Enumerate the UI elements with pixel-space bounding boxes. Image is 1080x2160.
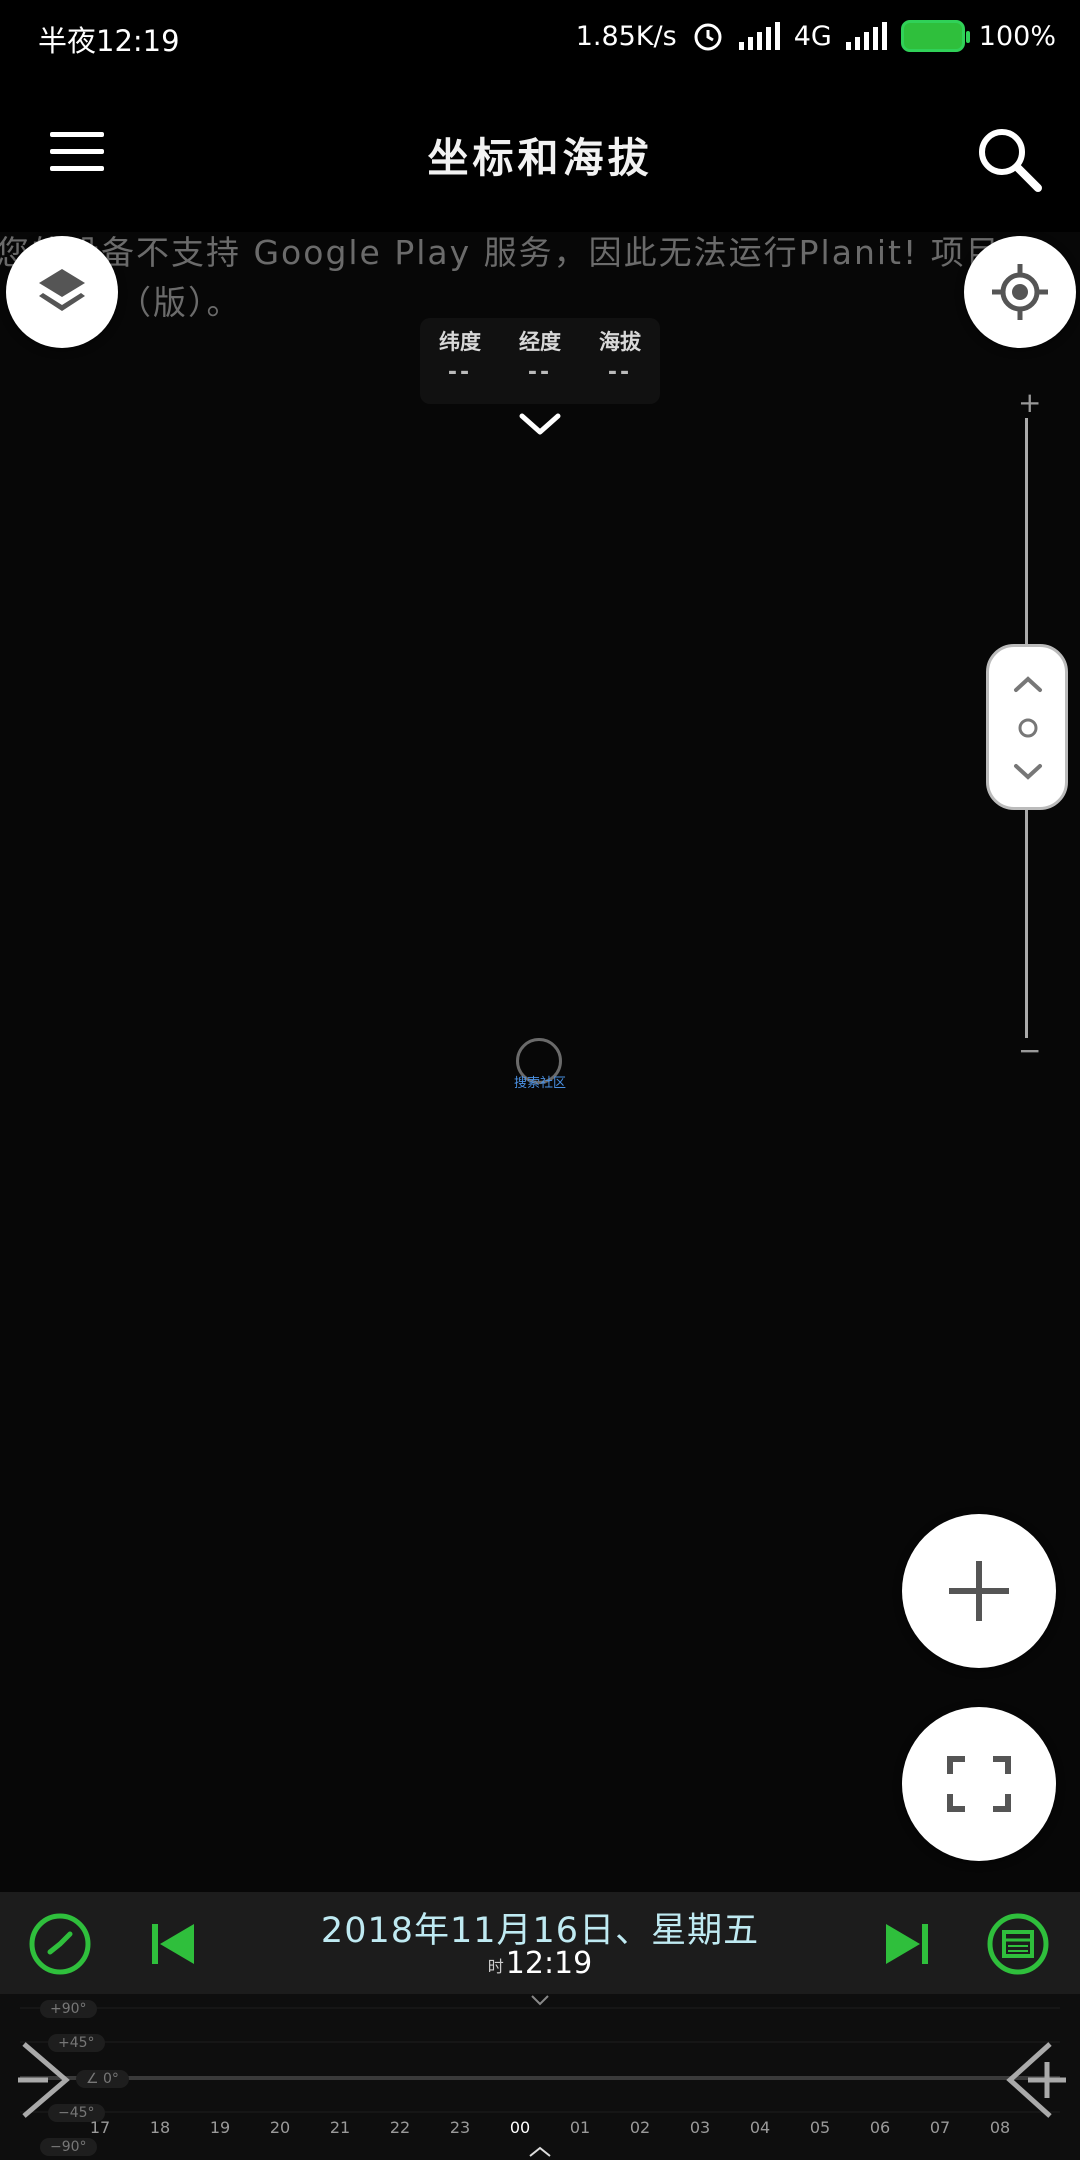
status-bar: 半夜12:19 1.85K/s 4G 100%: [0, 0, 1080, 72]
status-icons: 1.85K/s 4G 100%: [576, 16, 1056, 56]
timeline-scrubber[interactable]: +90° +45° ∠ 0° −45° −90° 17 18 19 20 21 22 23 00 01 0…: [0, 1994, 1080, 2160]
coordinates-panel: 纬度 -- 经度 -- 海拔 --: [420, 318, 660, 404]
layers-button[interactable]: [6, 236, 118, 348]
plus-icon: [949, 1561, 1009, 1621]
zoom-plus-label[interactable]: +: [1018, 386, 1041, 419]
timeline-hour[interactable]: 08: [980, 2118, 1020, 2137]
timeline-hour[interactable]: 18: [140, 2118, 180, 2137]
battery-level: 100%: [978, 20, 1056, 52]
timeline-hour[interactable]: 21: [320, 2118, 360, 2137]
timeline-hour[interactable]: 19: [200, 2118, 240, 2137]
target-icon: [992, 264, 1048, 320]
fullscreen-button[interactable]: [902, 1707, 1056, 1861]
zoom-minus-label[interactable]: −: [1018, 1034, 1041, 1067]
search-icon[interactable]: [974, 124, 1044, 194]
timeline-angle-label: +90°: [40, 2000, 97, 2018]
latitude-value: --: [447, 360, 473, 385]
altitude-value: --: [607, 360, 633, 385]
timeline-angle-label: +45°: [48, 2034, 105, 2052]
zoom-handle[interactable]: [986, 644, 1068, 810]
skip-forward-icon[interactable]: [876, 1912, 940, 1976]
battery-icon: [900, 20, 970, 52]
page-title: 坐标和海拔: [427, 134, 653, 182]
network-type: 4G: [793, 20, 832, 52]
chevron-down-icon: [1014, 764, 1042, 780]
calendar-icon[interactable]: [986, 1912, 1050, 1976]
longitude-label: 经度: [519, 330, 561, 354]
latitude-column: 纬度 --: [439, 326, 481, 404]
alarm-icon: [694, 23, 722, 51]
date-time-bar: 2018年11月16日、星期五 时12:19: [0, 1892, 1080, 1994]
notice-line-1: 您的设备不支持 Google Play 服务，因此无法运行Planit! 项目: [0, 233, 1001, 272]
timeline-hour[interactable]: 02: [620, 2118, 660, 2137]
timeline-hour[interactable]: 05: [800, 2118, 840, 2137]
play-services-notice: 您的设备不支持 Google Play 服务，因此无法运行Planit! 项目 …: [0, 228, 1080, 328]
layers-icon: [39, 269, 85, 311]
latitude-label: 纬度: [439, 330, 481, 354]
timeline-hour[interactable]: 17: [80, 2118, 120, 2137]
timeline-hour[interactable]: 06: [860, 2118, 900, 2137]
circle-icon: [1018, 718, 1038, 738]
altitude-label: 海拔: [599, 330, 641, 354]
signal-icon: [738, 22, 780, 50]
fullscreen-icon: [947, 1756, 1011, 1812]
timeline-hour[interactable]: 00: [500, 2118, 540, 2137]
altitude-column: 海拔 --: [599, 326, 641, 404]
timeline-angle-label: −90°: [40, 2138, 97, 2156]
longitude-column: 经度 --: [519, 326, 561, 404]
chevron-up-icon: [1014, 676, 1042, 692]
my-location-button[interactable]: [964, 236, 1076, 348]
map-center-label: 搜索社区: [513, 1076, 566, 1091]
signal-icon-2: [845, 22, 887, 50]
add-button[interactable]: [902, 1514, 1056, 1668]
longitude-value: --: [527, 360, 553, 385]
net-speed: 1.85K/s: [575, 20, 677, 52]
timeline-hour[interactable]: 23: [440, 2118, 480, 2137]
timeline-hour[interactable]: 04: [740, 2118, 780, 2137]
timeline-hour[interactable]: 22: [380, 2118, 420, 2137]
chevron-down-icon[interactable]: [518, 410, 562, 440]
timeline-hour[interactable]: 20: [260, 2118, 300, 2137]
timezone-indicator: 时: [487, 1956, 504, 1976]
status-time: 半夜12:19: [38, 24, 180, 58]
timeline-hour[interactable]: 03: [680, 2118, 720, 2137]
current-time-value: 12:19: [505, 1946, 593, 1981]
timeline-hour[interactable]: 01: [560, 2118, 600, 2137]
timeline-hour[interactable]: 07: [920, 2118, 960, 2137]
scroll-right-icon[interactable]: [1004, 2040, 1070, 2120]
app-bar: 坐标和海拔: [0, 72, 1080, 232]
timeline-angle-label: ∠ 0°: [76, 2070, 129, 2088]
